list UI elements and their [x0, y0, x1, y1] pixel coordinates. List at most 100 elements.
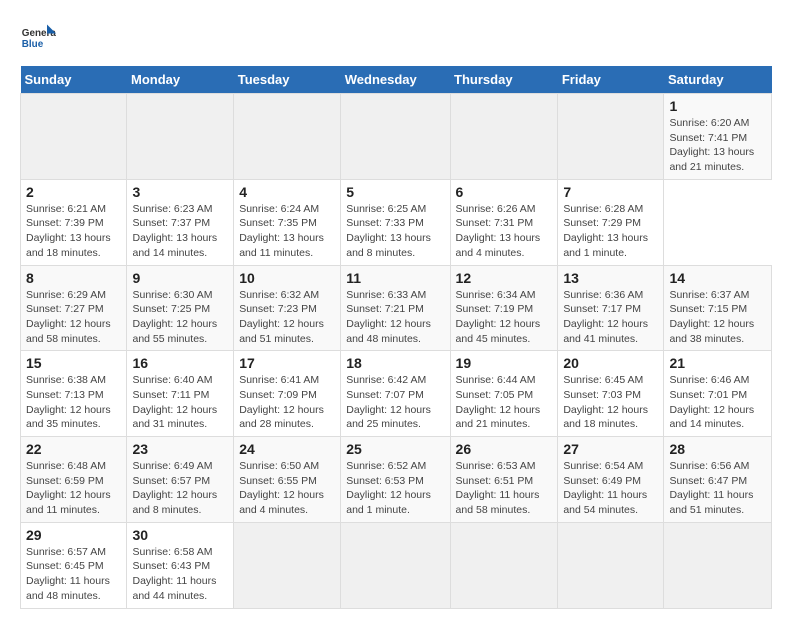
calendar-week-row: 8 Sunrise: 6:29 AM Sunset: 7:27 PM Daylig… [21, 265, 772, 351]
calendar-day-cell: 14 Sunrise: 6:37 AM Sunset: 7:15 PM Dayli… [664, 265, 772, 351]
day-info: Sunrise: 6:45 AM Sunset: 7:03 PM Dayligh… [563, 373, 658, 432]
day-info: Sunrise: 6:32 AM Sunset: 7:23 PM Dayligh… [239, 288, 335, 347]
day-number: 28 [669, 441, 766, 457]
calendar-day-cell: 12Sunrise: 6:34 AM Sunset: 7:19 PM Dayli… [450, 265, 558, 351]
day-info: Sunrise: 6:53 AM Sunset: 6:51 PM Dayligh… [456, 459, 553, 518]
weekday-header: Thursday [450, 66, 558, 94]
logo: General Blue [20, 20, 56, 56]
calendar-week-row: 2Sunrise: 6:21 AM Sunset: 7:39 PM Daylig… [21, 179, 772, 265]
calendar-day-cell: 11 Sunrise: 6:33 AM Sunset: 7:21 PM Dayli… [341, 265, 450, 351]
calendar-day-cell: 15Sunrise: 6:38 AM Sunset: 7:13 PM Dayli… [21, 351, 127, 437]
calendar-day-cell: 24 Sunrise: 6:50 AM Sunset: 6:55 PM Dayli… [234, 437, 341, 523]
day-info: Sunrise: 6:38 AM Sunset: 7:13 PM Dayligh… [26, 373, 121, 432]
calendar-day-cell: 21 Sunrise: 6:46 AM Sunset: 7:01 PM Dayli… [664, 351, 772, 437]
day-number: 7 [563, 184, 658, 200]
calendar-table: SundayMondayTuesdayWednesdayThursdayFrid… [20, 66, 772, 609]
day-info: Sunrise: 6:28 AM Sunset: 7:29 PM Dayligh… [563, 202, 658, 261]
calendar-day-cell [558, 522, 664, 608]
day-number: 14 [669, 270, 766, 286]
weekday-header: Monday [127, 66, 234, 94]
calendar-day-cell: 1 Sunrise: 6:20 AM Sunset: 7:41 PM Daylig… [664, 94, 772, 180]
day-number: 23 [132, 441, 228, 457]
day-number: 3 [132, 184, 228, 200]
calendar-day-cell [664, 522, 772, 608]
weekday-header: Wednesday [341, 66, 450, 94]
day-number: 22 [26, 441, 121, 457]
calendar-day-cell: 7 Sunrise: 6:28 AM Sunset: 7:29 PM Daylig… [558, 179, 664, 265]
calendar-day-cell: 30 Sunrise: 6:58 AM Sunset: 6:43 PM Dayli… [127, 522, 234, 608]
calendar-day-cell [450, 94, 558, 180]
day-number: 29 [26, 527, 121, 543]
day-info: Sunrise: 6:37 AM Sunset: 7:15 PM Dayligh… [669, 288, 766, 347]
day-info: Sunrise: 6:58 AM Sunset: 6:43 PM Dayligh… [132, 545, 228, 604]
day-number: 26 [456, 441, 553, 457]
calendar-day-cell [234, 94, 341, 180]
calendar-day-cell: 27 Sunrise: 6:54 AM Sunset: 6:49 PM Dayli… [558, 437, 664, 523]
day-info: Sunrise: 6:33 AM Sunset: 7:21 PM Dayligh… [346, 288, 444, 347]
calendar-day-cell: 3 Sunrise: 6:23 AM Sunset: 7:37 PM Daylig… [127, 179, 234, 265]
day-number: 4 [239, 184, 335, 200]
calendar-day-cell: 26 Sunrise: 6:53 AM Sunset: 6:51 PM Dayli… [450, 437, 558, 523]
calendar-day-cell: 4Sunrise: 6:24 AM Sunset: 7:35 PM Daylig… [234, 179, 341, 265]
calendar-day-cell [341, 94, 450, 180]
day-info: Sunrise: 6:20 AM Sunset: 7:41 PM Dayligh… [669, 116, 766, 175]
svg-text:Blue: Blue [22, 39, 44, 50]
calendar-day-cell [450, 522, 558, 608]
day-number: 1 [669, 98, 766, 114]
day-number: 18 [346, 355, 444, 371]
calendar-week-row: 29 Sunrise: 6:57 AM Sunset: 6:45 PM Dayli… [21, 522, 772, 608]
day-info: Sunrise: 6:41 AM Sunset: 7:09 PM Dayligh… [239, 373, 335, 432]
day-info: Sunrise: 6:26 AM Sunset: 7:31 PM Dayligh… [456, 202, 553, 261]
calendar-week-row: 22 Sunrise: 6:48 AM Sunset: 6:59 PM Dayli… [21, 437, 772, 523]
calendar-day-cell [21, 94, 127, 180]
calendar-day-cell: 29 Sunrise: 6:57 AM Sunset: 6:45 PM Dayli… [21, 522, 127, 608]
calendar-day-cell: 28Sunrise: 6:56 AM Sunset: 6:47 PM Dayli… [664, 437, 772, 523]
day-info: Sunrise: 6:48 AM Sunset: 6:59 PM Dayligh… [26, 459, 121, 518]
day-info: Sunrise: 6:40 AM Sunset: 7:11 PM Dayligh… [132, 373, 228, 432]
day-number: 17 [239, 355, 335, 371]
day-number: 30 [132, 527, 228, 543]
day-info: Sunrise: 6:30 AM Sunset: 7:25 PM Dayligh… [132, 288, 228, 347]
calendar-day-cell [558, 94, 664, 180]
calendar-day-cell: 25Sunrise: 6:52 AM Sunset: 6:53 PM Dayli… [341, 437, 450, 523]
day-info: Sunrise: 6:42 AM Sunset: 7:07 PM Dayligh… [346, 373, 444, 432]
day-info: Sunrise: 6:46 AM Sunset: 7:01 PM Dayligh… [669, 373, 766, 432]
calendar-day-cell: 13 Sunrise: 6:36 AM Sunset: 7:17 PM Dayli… [558, 265, 664, 351]
calendar-day-cell [127, 94, 234, 180]
calendar-day-cell: 9Sunrise: 6:30 AM Sunset: 7:25 PM Daylig… [127, 265, 234, 351]
day-info: Sunrise: 6:44 AM Sunset: 7:05 PM Dayligh… [456, 373, 553, 432]
day-number: 27 [563, 441, 658, 457]
day-info: Sunrise: 6:54 AM Sunset: 6:49 PM Dayligh… [563, 459, 658, 518]
calendar-day-cell [234, 522, 341, 608]
calendar-day-cell: 2Sunrise: 6:21 AM Sunset: 7:39 PM Daylig… [21, 179, 127, 265]
day-number: 21 [669, 355, 766, 371]
weekday-header: Friday [558, 66, 664, 94]
calendar-day-cell: 5Sunrise: 6:25 AM Sunset: 7:33 PM Daylig… [341, 179, 450, 265]
day-info: Sunrise: 6:34 AM Sunset: 7:19 PM Dayligh… [456, 288, 553, 347]
weekday-header: Sunday [21, 66, 127, 94]
day-info: Sunrise: 6:57 AM Sunset: 6:45 PM Dayligh… [26, 545, 121, 604]
calendar-week-row: 1 Sunrise: 6:20 AM Sunset: 7:41 PM Daylig… [21, 94, 772, 180]
day-number: 20 [563, 355, 658, 371]
calendar-header-row: SundayMondayTuesdayWednesdayThursdayFrid… [21, 66, 772, 94]
day-number: 8 [26, 270, 121, 286]
day-info: Sunrise: 6:23 AM Sunset: 7:37 PM Dayligh… [132, 202, 228, 261]
day-number: 11 [346, 270, 444, 286]
weekday-header: Saturday [664, 66, 772, 94]
calendar-day-cell: 19 Sunrise: 6:44 AM Sunset: 7:05 PM Dayli… [450, 351, 558, 437]
day-info: Sunrise: 6:21 AM Sunset: 7:39 PM Dayligh… [26, 202, 121, 261]
day-info: Sunrise: 6:49 AM Sunset: 6:57 PM Dayligh… [132, 459, 228, 518]
calendar-day-cell: 6Sunrise: 6:26 AM Sunset: 7:31 PM Daylig… [450, 179, 558, 265]
calendar-day-cell: 10 Sunrise: 6:32 AM Sunset: 7:23 PM Dayli… [234, 265, 341, 351]
day-number: 13 [563, 270, 658, 286]
day-number: 10 [239, 270, 335, 286]
calendar-day-cell: 18 Sunrise: 6:42 AM Sunset: 7:07 PM Dayli… [341, 351, 450, 437]
day-info: Sunrise: 6:36 AM Sunset: 7:17 PM Dayligh… [563, 288, 658, 347]
day-info: Sunrise: 6:29 AM Sunset: 7:27 PM Dayligh… [26, 288, 121, 347]
calendar-day-cell: 23 Sunrise: 6:49 AM Sunset: 6:57 PM Dayli… [127, 437, 234, 523]
calendar-day-cell: 16Sunrise: 6:40 AM Sunset: 7:11 PM Dayli… [127, 351, 234, 437]
day-number: 24 [239, 441, 335, 457]
calendar-day-cell: 17 Sunrise: 6:41 AM Sunset: 7:09 PM Dayli… [234, 351, 341, 437]
day-number: 19 [456, 355, 553, 371]
day-info: Sunrise: 6:50 AM Sunset: 6:55 PM Dayligh… [239, 459, 335, 518]
